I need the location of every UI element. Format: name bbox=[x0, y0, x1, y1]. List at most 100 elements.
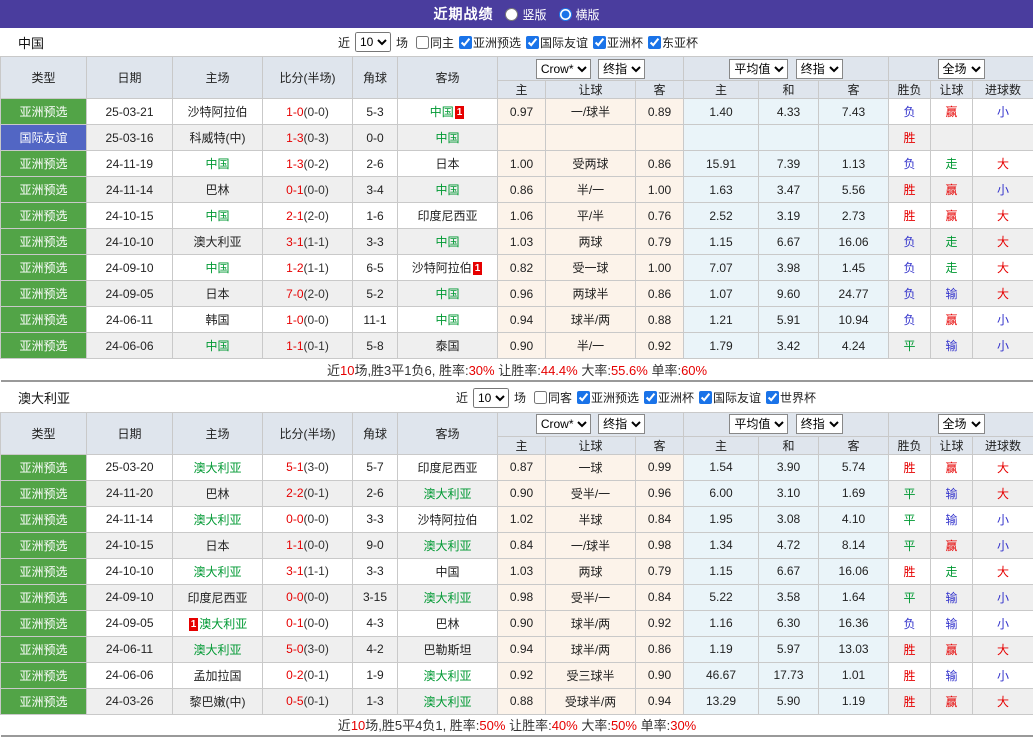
result-label: 大 bbox=[997, 643, 1009, 657]
avg-odds-draw: 6.30 bbox=[759, 610, 819, 636]
avg-odds-away: 4.10 bbox=[819, 506, 889, 532]
average-select[interactable]: 平均值 bbox=[729, 59, 788, 79]
checkbox-input[interactable] bbox=[644, 391, 657, 404]
odds-mode-select[interactable]: 终指 bbox=[598, 414, 645, 434]
match-row: 亚洲预选25-03-21沙特阿拉伯1-0(0-0)5-3中国10.97一/球半0… bbox=[1, 99, 1033, 125]
checkbox-input[interactable] bbox=[577, 391, 590, 404]
avg-odds-home: 1.15 bbox=[684, 229, 759, 255]
home-team: 中国 bbox=[173, 203, 263, 229]
result-label: 大 bbox=[997, 287, 1009, 301]
filter-row: 中国 近 10 场 同主亚洲预选国际友谊亚洲杯东亚杯 bbox=[0, 28, 1033, 56]
avg-odds-draw: 5.91 bbox=[759, 307, 819, 333]
checkbox-input[interactable] bbox=[526, 36, 539, 49]
odds-company-select[interactable]: Crow* bbox=[536, 414, 591, 434]
halftime-score: (3-0) bbox=[304, 642, 329, 656]
handicap-odds-home: 0.90 bbox=[498, 480, 546, 506]
result-cell: 负 bbox=[889, 281, 931, 307]
match-date: 24-10-10 bbox=[87, 229, 173, 255]
handicap-odds-home: 0.97 bbox=[498, 99, 546, 125]
handicap-result-cell: 输 bbox=[931, 281, 973, 307]
match-count-select[interactable]: 10 bbox=[473, 388, 509, 408]
checkbox-input[interactable] bbox=[593, 36, 606, 49]
company-odds-group: Crow* 终指 bbox=[498, 412, 684, 436]
odds-company-select[interactable]: Crow* bbox=[536, 59, 591, 79]
match-score: 5-0(3-0) bbox=[263, 636, 353, 662]
avg-odds-away: 5.74 bbox=[819, 454, 889, 480]
team-label: 澳大利亚 bbox=[423, 695, 471, 709]
checkbox-input[interactable] bbox=[648, 36, 661, 49]
filter-checkbox-国际友谊[interactable]: 国际友谊 bbox=[699, 389, 761, 406]
average-mode-select[interactable]: 终指 bbox=[796, 59, 843, 79]
filter-checkbox-同客[interactable]: 同客 bbox=[534, 389, 572, 406]
halftime-score: (3-0) bbox=[304, 460, 329, 474]
home-team: 印度尼西亚 bbox=[173, 584, 263, 610]
goals-result-cell: 小 bbox=[973, 307, 1033, 333]
average-mode-select[interactable]: 终指 bbox=[796, 414, 843, 434]
team-name: 澳大利亚 bbox=[18, 388, 70, 407]
fulltime-score: 0-1 bbox=[286, 183, 303, 197]
odds-mode-select[interactable]: 终指 bbox=[598, 59, 645, 79]
checkbox-input[interactable] bbox=[416, 36, 429, 49]
col-handicap: 让球 bbox=[546, 436, 636, 454]
vertical-radio-input[interactable] bbox=[505, 8, 518, 21]
handicap-odds-home: 1.00 bbox=[498, 151, 546, 177]
match-score: 0-0(0-0) bbox=[263, 584, 353, 610]
result-label: 赢 bbox=[946, 105, 958, 119]
summary-row: 近10场,胜3平1负6, 胜率:30% 让胜率:44.4% 大率:55.6% 单… bbox=[1, 359, 1033, 381]
filter-checkbox-亚洲预选[interactable]: 亚洲预选 bbox=[577, 389, 639, 406]
horizontal-radio-input[interactable] bbox=[559, 8, 572, 21]
match-date: 24-11-19 bbox=[87, 151, 173, 177]
summary-text: 大率: bbox=[578, 718, 611, 733]
corner-score: 4-2 bbox=[353, 636, 398, 662]
avg-odds-away: 10.94 bbox=[819, 307, 889, 333]
checkbox-input[interactable] bbox=[534, 391, 547, 404]
handicap-result-cell bbox=[931, 125, 973, 151]
avg-odds-draw: 3.90 bbox=[759, 454, 819, 480]
col-odds-home: 主 bbox=[498, 81, 546, 99]
handicap-line: 一/球半 bbox=[546, 99, 636, 125]
result-label: 胜 bbox=[904, 183, 916, 197]
result-cell: 平 bbox=[889, 532, 931, 558]
handicap-odds-home: 1.02 bbox=[498, 506, 546, 532]
match-row: 亚洲预选24-09-05日本7-0(2-0)5-2中国0.96两球半0.861.… bbox=[1, 281, 1033, 307]
result-label: 赢 bbox=[946, 183, 958, 197]
match-count-select[interactable]: 10 bbox=[355, 32, 391, 52]
filter-checkbox-亚洲杯[interactable]: 亚洲杯 bbox=[593, 34, 643, 51]
result-label: 胜 bbox=[904, 669, 916, 683]
filter-checkbox-亚洲预选[interactable]: 亚洲预选 bbox=[459, 34, 521, 51]
layout-radio-vertical[interactable]: 竖版 bbox=[505, 6, 546, 23]
avg-odds-away bbox=[819, 125, 889, 151]
filter-checkbox-国际友谊[interactable]: 国际友谊 bbox=[526, 34, 588, 51]
corner-score: 5-3 bbox=[353, 99, 398, 125]
avg-odds-home: 6.00 bbox=[684, 480, 759, 506]
team-label: 黎巴嫩(中) bbox=[190, 695, 246, 709]
filter-checkbox-东亚杯[interactable]: 东亚杯 bbox=[648, 34, 698, 51]
col-handicap-result: 让球 bbox=[931, 436, 973, 454]
checkbox-input[interactable] bbox=[699, 391, 712, 404]
goals-result-cell: 大 bbox=[973, 636, 1033, 662]
handicap-result-cell: 输 bbox=[931, 333, 973, 359]
scope-select[interactable]: 全场 bbox=[938, 59, 985, 79]
away-team: 沙特阿拉伯 bbox=[398, 506, 498, 532]
handicap-line: 平/半 bbox=[546, 203, 636, 229]
layout-radio-horizontal[interactable]: 横版 bbox=[559, 6, 600, 23]
halftime-score: (0-1) bbox=[304, 339, 329, 353]
filter-checkbox-同主[interactable]: 同主 bbox=[416, 34, 454, 51]
match-date: 24-11-14 bbox=[87, 506, 173, 532]
halftime-score: (0-0) bbox=[304, 313, 329, 327]
away-team: 巴勒斯坦 bbox=[398, 636, 498, 662]
team-label: 中国 bbox=[205, 339, 229, 353]
filter-checkbox-亚洲杯[interactable]: 亚洲杯 bbox=[644, 389, 694, 406]
average-select[interactable]: 平均值 bbox=[729, 414, 788, 434]
away-team: 澳大利亚 bbox=[398, 662, 498, 688]
result-cell: 平 bbox=[889, 333, 931, 359]
checkbox-input[interactable] bbox=[766, 391, 779, 404]
match-type: 亚洲预选 bbox=[1, 151, 87, 177]
scope-select[interactable]: 全场 bbox=[938, 414, 985, 434]
handicap-odds-home: 0.94 bbox=[498, 307, 546, 333]
result-label: 小 bbox=[997, 591, 1009, 605]
handicap-result-cell: 走 bbox=[931, 558, 973, 584]
checkbox-input[interactable] bbox=[459, 36, 472, 49]
filter-checkbox-世界杯[interactable]: 世界杯 bbox=[766, 389, 816, 406]
match-date: 24-11-20 bbox=[87, 480, 173, 506]
